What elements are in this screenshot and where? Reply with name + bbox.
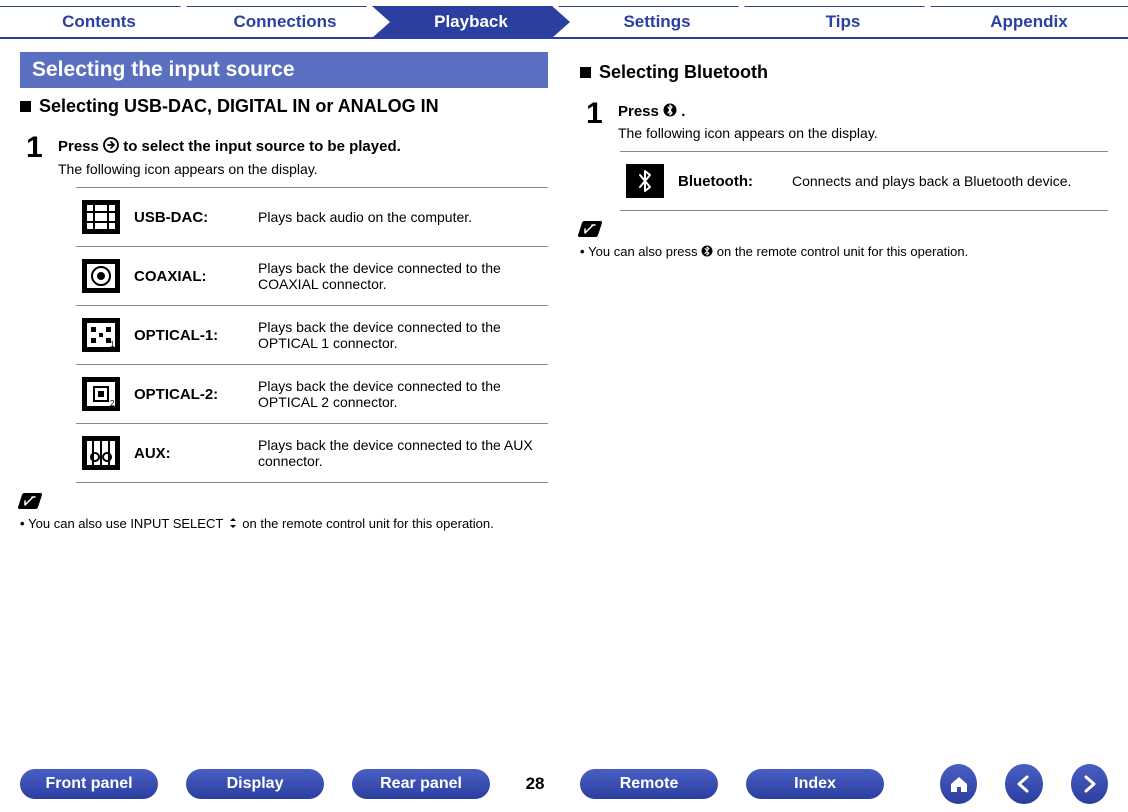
optical-2-icon: 2 [82, 377, 120, 411]
svg-text:2: 2 [110, 399, 115, 408]
aux-icon [82, 436, 120, 470]
source-row: 2 OPTICAL-2: Plays back the device conne… [76, 365, 548, 424]
step-number: 1 [586, 99, 608, 129]
pill-label: Display [227, 775, 284, 792]
tab-label: Contents [62, 12, 136, 32]
source-desc: Plays back audio on the computer. [258, 209, 542, 225]
step-subtitle: The following icon appears on the displa… [58, 161, 401, 177]
pill-label: Index [794, 775, 836, 792]
source-desc: Connects and plays back a Bluetooth devi… [792, 173, 1102, 189]
source-label: OPTICAL-2: [134, 386, 244, 403]
note-text: You can also use INPUT SELECT on the rem… [20, 516, 548, 532]
source-table: USB-DAC: Plays back audio on the compute… [76, 187, 548, 483]
section-banner: Selecting the input source [20, 52, 548, 88]
source-row: Bluetooth: Connects and plays back a Blu… [620, 152, 1108, 211]
bluetooth-icon [701, 245, 713, 260]
source-desc: Plays back the device connected to the O… [258, 378, 542, 410]
source-desc: Plays back the device connected to the A… [258, 437, 542, 469]
prev-page-button[interactable] [1005, 764, 1042, 804]
source-table: Bluetooth: Connects and plays back a Blu… [620, 151, 1108, 211]
home-icon [948, 773, 970, 795]
source-desc: Plays back the device connected to the O… [258, 319, 542, 351]
subsection-heading: Selecting Bluetooth [580, 62, 1108, 83]
tab-label: Connections [234, 12, 337, 32]
bottom-nav: Front panel Display Rear panel 28 Remote… [0, 764, 1128, 804]
step-body: Press to select the input source to be p… [58, 133, 401, 177]
step-title-before: Press [58, 138, 103, 155]
step-title-before: Press [618, 103, 663, 120]
note-before: You can also use INPUT SELECT [28, 516, 226, 531]
nav-remote[interactable]: Remote [580, 769, 718, 799]
arrow-left-icon [1013, 773, 1035, 795]
tab-label: Tips [826, 12, 861, 32]
step-title-after: . [681, 103, 685, 120]
step-title-after: to select the input source to be played. [123, 138, 401, 155]
note-block: You can also use INPUT SELECT on the rem… [20, 493, 548, 532]
step-body: Press . The following icon appears on th… [618, 99, 878, 141]
coaxial-icon [82, 259, 120, 293]
source-row: USB-DAC: Plays back audio on the compute… [76, 188, 548, 247]
pill-label: Rear panel [380, 775, 462, 792]
tab-contents[interactable]: Contents [0, 6, 198, 38]
tab-label: Playback [434, 12, 508, 32]
pill-label: Remote [620, 775, 679, 792]
note-icon [577, 221, 602, 237]
tab-appendix[interactable]: Appendix [930, 6, 1128, 38]
square-bullet-icon [20, 101, 31, 112]
heading-text: Selecting Bluetooth [599, 62, 768, 82]
note-block: You can also press on the remote control… [580, 221, 1108, 260]
nav-index[interactable]: Index [746, 769, 884, 799]
source-label: Bluetooth: [678, 173, 778, 190]
note-after: on the remote control unit for this oper… [239, 516, 494, 531]
note-before: You can also press [588, 244, 701, 259]
input-source-icon [103, 137, 119, 157]
tab-tips[interactable]: Tips [744, 6, 942, 38]
tab-label: Settings [623, 12, 690, 32]
source-row: 1 OPTICAL-1: Plays back the device conne… [76, 306, 548, 365]
top-nav: Contents Connections Playback Settings T… [0, 6, 1128, 38]
source-row: COAXIAL: Plays back the device connected… [76, 247, 548, 306]
nav-display[interactable]: Display [186, 769, 324, 799]
optical-1-icon: 1 [82, 318, 120, 352]
source-row: AUX: Plays back the device connected to … [76, 424, 548, 483]
step-title: Press . [618, 103, 878, 121]
step-number: 1 [26, 133, 48, 163]
step-1: 1 Press . The following icon appears on … [586, 99, 1108, 141]
source-label: COAXIAL: [134, 268, 244, 285]
pill-label: Front panel [45, 775, 132, 792]
step-1: 1 Press to select the input source to be… [26, 133, 548, 177]
up-down-arrows-icon [227, 517, 239, 532]
step-subtitle: The following icon appears on the displa… [618, 125, 878, 141]
tab-settings[interactable]: Settings [558, 6, 756, 38]
subsection-heading: Selecting USB-DAC, DIGITAL IN or ANALOG … [20, 96, 548, 117]
square-bullet-icon [580, 67, 591, 78]
source-label: USB-DAC: [134, 209, 244, 226]
usb-dac-icon [82, 200, 120, 234]
top-nav-underline [0, 37, 1128, 39]
home-button[interactable] [940, 764, 977, 804]
note-icon [17, 493, 42, 509]
svg-text:1: 1 [110, 340, 115, 349]
source-label: OPTICAL-1: [134, 327, 244, 344]
tab-playback[interactable]: Playback [372, 6, 570, 38]
step-title: Press to select the input source to be p… [58, 137, 401, 157]
nav-front-panel[interactable]: Front panel [20, 769, 158, 799]
source-label: AUX: [134, 445, 244, 462]
bluetooth-icon [663, 103, 677, 121]
note-after: on the remote control unit for this oper… [713, 244, 968, 259]
nav-rear-panel[interactable]: Rear panel [352, 769, 490, 799]
page-number: 28 [518, 774, 552, 794]
bluetooth-source-icon [626, 164, 664, 198]
column-right: Selecting Bluetooth 1 Press . The follow… [580, 52, 1108, 752]
column-left: Selecting the input source Selecting USB… [20, 52, 548, 752]
next-page-button[interactable] [1071, 764, 1108, 804]
heading-text: Selecting USB-DAC, DIGITAL IN or ANALOG … [39, 96, 439, 116]
page-content: Selecting the input source Selecting USB… [20, 52, 1108, 752]
source-desc: Plays back the device connected to the C… [258, 260, 542, 292]
tab-connections[interactable]: Connections [186, 6, 384, 38]
arrow-right-icon [1078, 773, 1100, 795]
note-text: You can also press on the remote control… [580, 244, 1108, 260]
tab-label: Appendix [990, 12, 1067, 32]
